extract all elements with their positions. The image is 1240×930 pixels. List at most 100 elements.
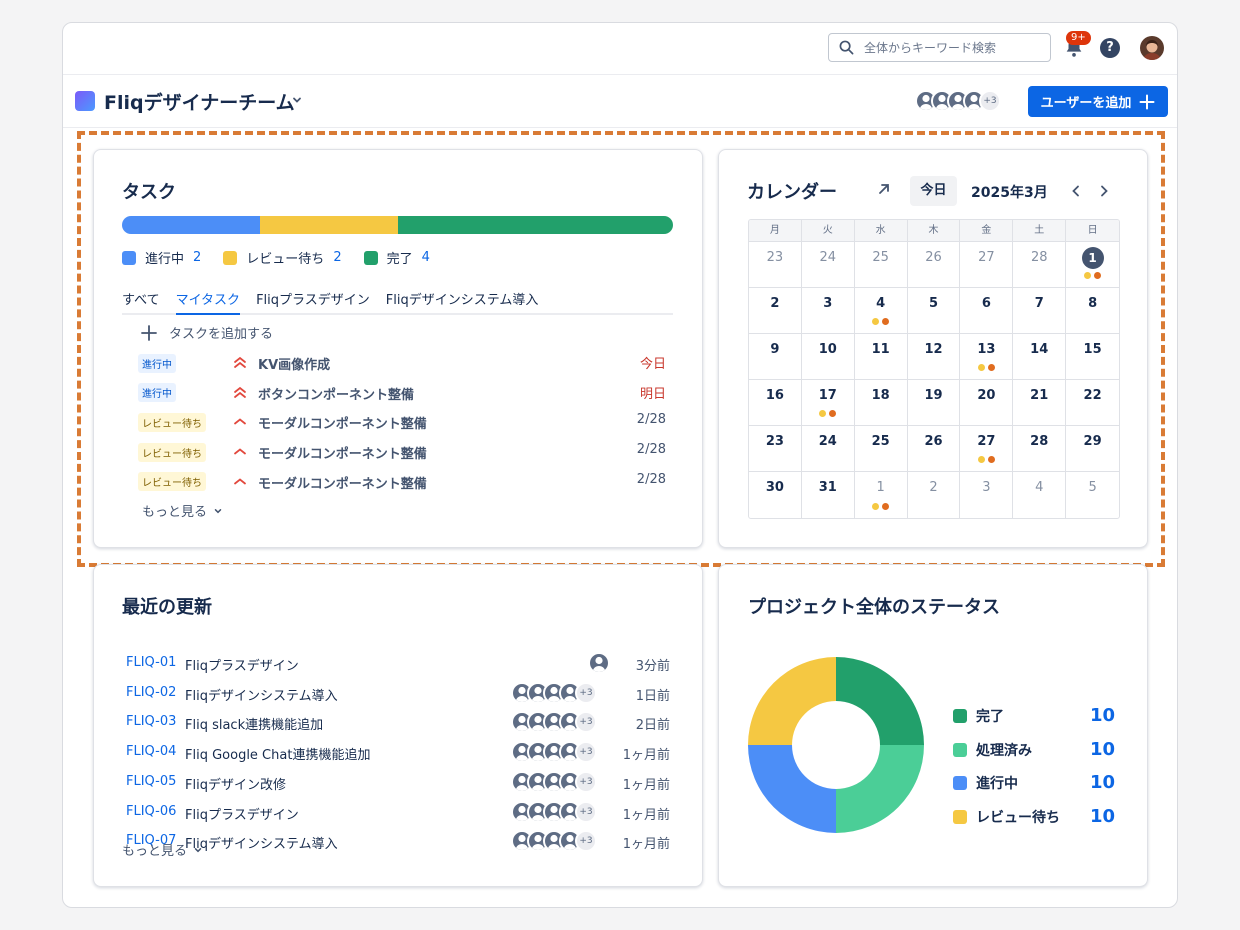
update-row[interactable]: FLIQ-01 Fliqプラスデザイン 3分前: [126, 651, 670, 675]
task-tab[interactable]: Fliqデザインシステム導入: [386, 289, 539, 313]
status-legend-item: レビュー待ち 10: [953, 806, 1115, 828]
search-box[interactable]: [828, 33, 1051, 62]
update-row[interactable]: FLIQ-07 Fliqデザインシステム導入 +3 1ヶ月前: [126, 829, 670, 853]
updates-more-link[interactable]: もっと見る: [122, 840, 203, 859]
calendar-day[interactable]: 19: [907, 380, 961, 426]
add-user-button[interactable]: ユーザーを追加: [1028, 86, 1168, 117]
calendar-day[interactable]: 30: [749, 472, 802, 518]
calendar-day[interactable]: 24: [801, 426, 855, 472]
today-button[interactable]: 今日: [910, 176, 957, 206]
issue-key-link[interactable]: FLIQ-03: [126, 714, 176, 729]
calendar-day[interactable]: 2: [908, 472, 961, 518]
calendar-day[interactable]: 1: [855, 472, 908, 518]
update-row[interactable]: FLIQ-03 Fliq slack連携機能追加 +3 2日前: [126, 710, 670, 734]
calendar-day[interactable]: 25: [854, 242, 908, 288]
legend-swatch: [953, 709, 967, 723]
calendar-day[interactable]: 25: [854, 426, 908, 472]
help-button[interactable]: ?: [1100, 38, 1120, 58]
task-row[interactable]: レビュー待ち モーダルコンポーネント整備 2/28: [138, 411, 666, 433]
day-number: 3: [982, 480, 991, 495]
update-avatars: +3: [511, 800, 597, 823]
issue-key-link[interactable]: FLIQ-02: [126, 685, 176, 700]
event-dot: [872, 318, 880, 325]
calendar-day[interactable]: 15: [1066, 334, 1119, 380]
chevron-right-icon[interactable]: [1097, 184, 1111, 198]
calendar-day[interactable]: 3: [801, 288, 855, 334]
update-avatars: [588, 652, 610, 674]
notification-badge: 9+: [1066, 31, 1091, 45]
calendar-day[interactable]: 23: [749, 426, 802, 472]
calendar-day[interactable]: 5: [1066, 472, 1119, 518]
update-row[interactable]: FLIQ-06 Fliqプラスデザイン +3 1ヶ月前: [126, 800, 670, 824]
update-row[interactable]: FLIQ-05 Fliqデザイン改修 +3 1ヶ月前: [126, 770, 670, 794]
update-title: Fliqデザインシステム導入: [185, 837, 338, 853]
calendar-day[interactable]: 22: [1066, 380, 1119, 426]
task-row[interactable]: 進行中 ボタンコンポーネント整備 明日: [138, 382, 666, 404]
chevron-down-icon[interactable]: [291, 94, 303, 106]
task-name: モーダルコンポーネント整備: [258, 417, 427, 433]
update-row[interactable]: FLIQ-02 Fliqデザインシステム導入 +3 1日前: [126, 681, 670, 705]
calendar-day[interactable]: 26: [907, 242, 961, 288]
calendar-day[interactable]: 7: [1013, 288, 1067, 334]
calendar-day[interactable]: 14: [1013, 334, 1067, 380]
task-row[interactable]: レビュー待ち モーダルコンポーネント整備 2/28: [138, 471, 666, 493]
event-dots: [855, 318, 907, 325]
calendar-day[interactable]: 2: [749, 288, 802, 334]
day-number: 12: [924, 342, 943, 357]
calendar-day[interactable]: 27: [960, 426, 1014, 472]
calendar-day[interactable]: 5: [907, 288, 961, 334]
issue-key-link[interactable]: FLIQ-01: [126, 655, 176, 670]
calendar-day[interactable]: 11: [854, 334, 908, 380]
avatar-more-count: +3: [979, 90, 1001, 112]
avatar-more-count: +3: [575, 770, 597, 793]
event-dots: [960, 456, 1012, 463]
search-input[interactable]: [864, 40, 1034, 55]
event-dot: [882, 503, 890, 510]
expand-arrow-icon[interactable]: [877, 182, 891, 196]
tasks-more-link[interactable]: もっと見る: [142, 501, 223, 520]
user-avatar[interactable]: [1140, 36, 1164, 60]
calendar-day[interactable]: 23: [749, 242, 802, 288]
calendar-day[interactable]: 10: [801, 334, 855, 380]
update-title: Fliqプラスデザイン: [185, 659, 299, 674]
calendar-day[interactable]: 31: [802, 472, 855, 518]
update-time: 3分前: [635, 659, 670, 674]
calendar-day[interactable]: 3: [960, 472, 1014, 518]
task-card-title: タスク: [122, 182, 176, 203]
calendar-day[interactable]: 4: [1013, 472, 1067, 518]
calendar-day[interactable]: 21: [1013, 380, 1067, 426]
calendar-day[interactable]: 29: [1066, 426, 1119, 472]
update-row[interactable]: FLIQ-04 Fliq Google Chat連携機能追加 +3 1ヶ月前: [126, 740, 670, 764]
priority-high-icon: [233, 474, 247, 492]
calendar-day[interactable]: 9: [749, 334, 802, 380]
calendar-day[interactable]: 13: [960, 334, 1014, 380]
calendar-day[interactable]: 27: [960, 242, 1014, 288]
chevron-left-icon[interactable]: [1069, 184, 1083, 198]
calendar-day[interactable]: 17: [801, 380, 855, 426]
calendar-day[interactable]: 20: [960, 380, 1014, 426]
task-tab[interactable]: マイタスク: [175, 289, 241, 315]
task-row[interactable]: 進行中 KV画像作成 今日: [138, 352, 666, 374]
member-avatars[interactable]: +3: [915, 90, 1001, 112]
issue-key-link[interactable]: FLIQ-06: [126, 804, 176, 819]
calendar-day[interactable]: 18: [854, 380, 908, 426]
task-tab[interactable]: すべて: [122, 289, 160, 313]
event-dot: [829, 410, 837, 417]
calendar-day[interactable]: 1: [1066, 242, 1119, 288]
issue-key-link[interactable]: FLIQ-05: [126, 774, 176, 789]
calendar-day[interactable]: 26: [907, 426, 961, 472]
calendar-day[interactable]: 6: [960, 288, 1014, 334]
task-tabs: すべて マイタスク Fliqプラスデザイン Fliqデザインシステム導入: [122, 289, 673, 315]
calendar-day[interactable]: 28: [1013, 242, 1067, 288]
issue-key-link[interactable]: FLIQ-04: [126, 744, 176, 759]
project-name[interactable]: Fliqデザイナーチーム: [104, 88, 295, 115]
calendar-day[interactable]: 16: [749, 380, 802, 426]
calendar-day[interactable]: 12: [907, 334, 961, 380]
task-tab[interactable]: Fliqプラスデザイン: [256, 289, 370, 313]
calendar-day[interactable]: 28: [1013, 426, 1067, 472]
add-task-button[interactable]: タスクを追加する: [140, 323, 273, 342]
task-row[interactable]: レビュー待ち モーダルコンポーネント整備 2/28: [138, 441, 666, 463]
calendar-day[interactable]: 24: [801, 242, 855, 288]
calendar-day[interactable]: 4: [854, 288, 908, 334]
calendar-day[interactable]: 8: [1066, 288, 1119, 334]
